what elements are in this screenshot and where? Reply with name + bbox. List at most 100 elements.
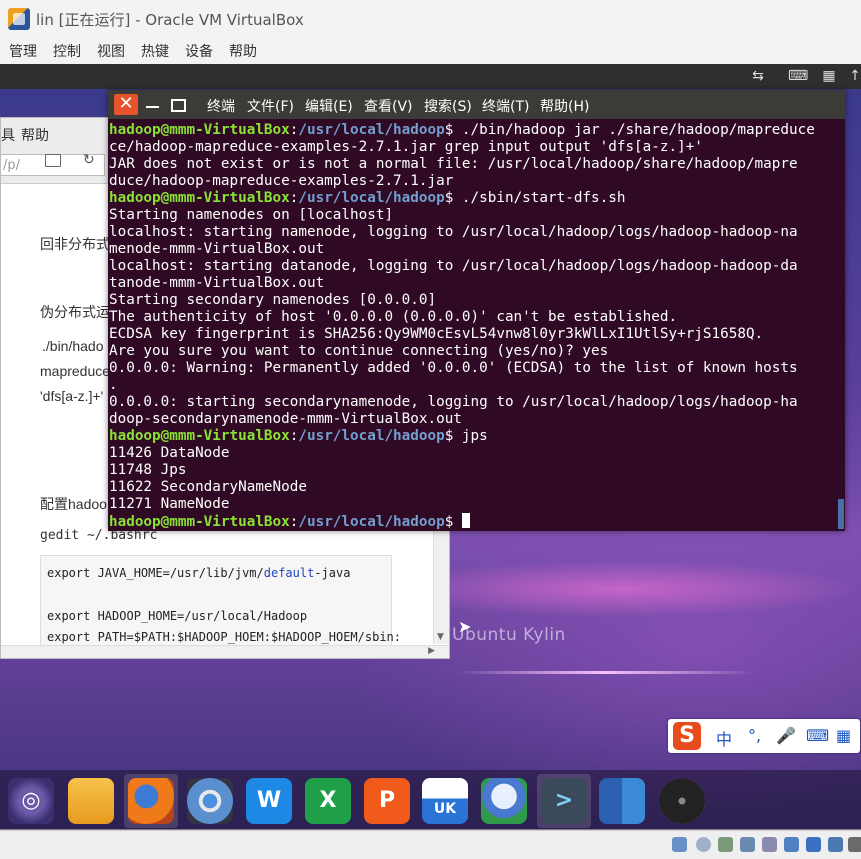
ime-menu-grid-icon[interactable]: ▦ [836, 726, 851, 745]
wps-writer-glyph: W [256, 788, 282, 813]
vbox-titlebar: lin [正在运行] - Oracle VM VirtualBox [0, 0, 861, 38]
terminal-command-line: hadoop@mmm-VirtualBox:/usr/local/hadoop$… [109, 190, 833, 207]
prompt-user: hadoop@mmm-VirtualBox [109, 122, 290, 138]
terminal-menu-search[interactable]: 搜索(S) [424, 96, 472, 116]
ime-language-toggle[interactable]: 中 [716, 726, 732, 750]
audio-icon[interactable] [718, 837, 733, 852]
keyboard-icon[interactable]: ⌨ [806, 726, 829, 745]
network-indicator-icon[interactable]: ⇆ [749, 68, 767, 84]
wps-spreadsheet-icon[interactable]: X [305, 778, 351, 824]
mouse-integration-icon[interactable] [848, 837, 861, 852]
usb-icon[interactable] [762, 837, 777, 852]
terminal-output-line: 11271 NameNode [109, 496, 230, 512]
firefox-icon[interactable] [128, 778, 174, 824]
terminal-menu-file[interactable]: 文件(F) [247, 96, 294, 116]
terminal-menu-terminal[interactable]: 终端(T) [482, 96, 529, 116]
article-text: 回非分布式 [40, 236, 110, 252]
software-center-glyph: UK [433, 801, 457, 817]
vbox-statusbar [0, 830, 861, 859]
wallpaper-glow [455, 671, 755, 674]
wps-presentation-glyph: P [378, 788, 396, 813]
code-line: export HADOOP_HOME=/usr/local/Hadoop [47, 609, 308, 623]
sogou-logo-icon[interactable]: S [673, 722, 701, 750]
article-code: 'dfs[a-z.]+' [40, 388, 104, 404]
terminal-window[interactable]: ✕ 终端 文件(F) 编辑(E) 查看(V) 搜索(S) 终端(T) 帮助(H)… [108, 90, 845, 531]
dvd-icon[interactable] [659, 778, 705, 824]
article-code: ./bin/hado [42, 338, 104, 354]
close-icon[interactable]: ✕ [114, 94, 138, 115]
command-text: ./bin/hadoop jar ./share/hadoop/mapreduc… [461, 122, 815, 138]
terminal-output-line: 11748 Jps [109, 462, 187, 478]
ime-punctuation-toggle[interactable]: °, [748, 726, 761, 745]
terminal-output-line: Starting secondary namenodes [0.0.0.0] [109, 292, 437, 308]
terminal-output-line: duce/hadoop-mapreduce-examples-2.7.1.jar [109, 173, 454, 189]
terminal-menu-edit[interactable]: 编辑(E) [305, 96, 353, 116]
keyboard-indicator-icon[interactable]: ⌨ [788, 68, 808, 84]
prompt-user: hadoop@mmm-VirtualBox [109, 190, 290, 206]
terminal-output-line: menode-mmm-VirtualBox.out [109, 241, 325, 257]
wps-writer-icon[interactable]: W [246, 778, 292, 824]
terminal-output-line: localhost: starting datanode, logging to… [109, 258, 798, 274]
shared-folders-icon[interactable] [784, 837, 799, 852]
scroll-right-icon[interactable]: ▶ [428, 646, 435, 656]
terminal-output-line: . [109, 377, 118, 393]
calendar-indicator-icon[interactable]: ▦ [820, 68, 838, 84]
browser-menu-tools[interactable]: 具 [1, 125, 15, 145]
prompt-path: /usr/local/hadoop [298, 122, 445, 138]
terminal-output[interactable]: hadoop@mmm-VirtualBox:/usr/local/hadoop$… [109, 122, 833, 530]
reader-view-icon[interactable] [45, 154, 61, 167]
menu-devices[interactable]: 设备 [185, 41, 213, 61]
scroll-down-icon[interactable]: ▼ [437, 632, 444, 642]
code-text: export JAVA_HOME=/usr/lib/jvm/ [47, 566, 264, 580]
ubuntu-kylin-icon[interactable]: ◎ [8, 778, 54, 824]
network-icon[interactable] [740, 837, 755, 852]
prompt-user: hadoop@mmm-VirtualBox [109, 428, 290, 444]
terminal-menu-help[interactable]: 帮助(H) [540, 96, 589, 116]
menu-view[interactable]: 视图 [97, 41, 125, 61]
menu-hotkeys[interactable]: 热键 [141, 41, 169, 61]
terminal-titlebar[interactable]: ✕ 终端 文件(F) 编辑(E) 查看(V) 搜索(S) 终端(T) 帮助(H) [108, 90, 845, 119]
maximize-icon[interactable] [171, 99, 186, 112]
mouse-pointer-icon: ➤ [458, 617, 472, 636]
display-icon[interactable] [806, 837, 821, 852]
prompt-end: $ [444, 122, 462, 138]
chromium-icon[interactable] [187, 778, 233, 824]
files-icon[interactable] [68, 778, 114, 824]
prompt-end: $ [444, 514, 462, 530]
terminal-output-line: 0.0.0.0: Warning: Permanently added '0.0… [109, 360, 798, 376]
terminal-scrollbar[interactable] [838, 499, 844, 529]
minimize-icon[interactable] [146, 106, 159, 108]
browser-horizontal-scrollbar[interactable]: ▶ [1, 645, 449, 658]
recording-icon[interactable] [828, 837, 843, 852]
workspace-switcher-icon[interactable] [599, 778, 645, 824]
code-keyword: default [263, 566, 315, 580]
menu-help[interactable]: 帮助 [229, 41, 257, 61]
wps-presentation-icon[interactable]: P [364, 778, 410, 824]
command-text: ./sbin/start-dfs.sh [461, 190, 626, 206]
kylin-software-center-icon[interactable]: UK [422, 778, 468, 824]
terminal-output-line: JAR does not exist or is not a normal fi… [109, 156, 798, 172]
menu-control[interactable]: 控制 [53, 41, 81, 61]
menu-manage[interactable]: 管理 [9, 41, 37, 61]
url-text: /p/ [3, 158, 21, 173]
terminal-output-line: tanode-mmm-VirtualBox.out [109, 275, 325, 291]
youker-assistant-icon[interactable] [481, 778, 527, 824]
ubuntu-logo-glyph: ◎ [21, 788, 41, 813]
reload-icon[interactable]: ↻ [83, 152, 95, 168]
text-cursor [461, 513, 470, 528]
terminal-menu-view[interactable]: 查看(V) [364, 96, 413, 116]
terminal-output-line: The authenticity of host '0.0.0.0 (0.0.0… [109, 309, 678, 325]
vbox-menubar: 管理 控制 视图 热键 设备 帮助 [0, 38, 861, 64]
terminal-output-line: doop-secondarynamenode-mmm-VirtualBox.ou… [109, 411, 462, 427]
volume-indicator-icon[interactable]: ↑ [846, 68, 861, 84]
ime-toolbar[interactable]: S 中 °, 🎤 ⌨ ▦ [668, 719, 860, 753]
hard-disk-icon[interactable] [672, 837, 687, 852]
browser-menu-help[interactable]: 帮助 [21, 125, 49, 145]
article-text: 配置hadoo [40, 496, 107, 512]
prompt-path: /usr/local/hadoop [298, 190, 445, 206]
optical-drive-icon[interactable] [696, 837, 711, 852]
article-text: 伪分布式运 [40, 304, 110, 320]
microphone-icon[interactable]: 🎤 [776, 726, 796, 745]
terminal-icon[interactable]: > [541, 778, 587, 824]
prompt-path: /usr/local/hadoop [298, 514, 445, 530]
